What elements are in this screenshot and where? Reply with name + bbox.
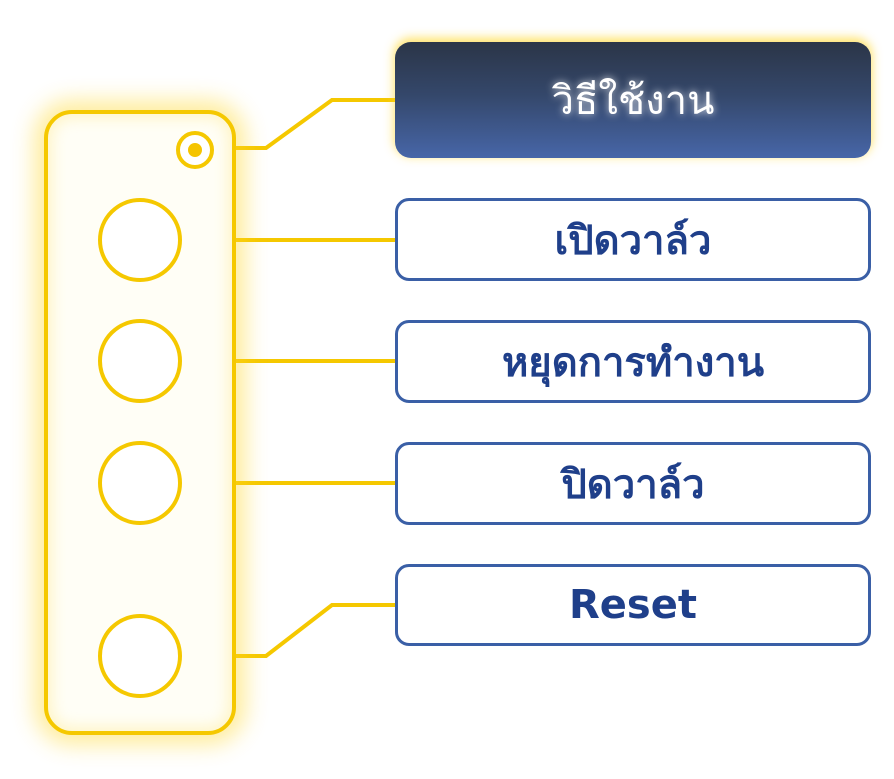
label-reset[interactable]: Reset	[395, 564, 871, 646]
led-indicator-icon	[176, 131, 214, 169]
label-open-valve-text: เปิดวาล์ว	[554, 217, 712, 264]
label-stop[interactable]: หยุดการทำงาน	[395, 320, 871, 403]
remote-button-close-valve[interactable]	[98, 441, 182, 525]
remote-button-open-valve[interactable]	[98, 198, 182, 282]
instructions-header: วิธีใช้งาน	[395, 42, 871, 158]
header-title: วิธีใช้งาน	[551, 78, 715, 124]
remote-button-reset[interactable]	[98, 614, 182, 698]
label-reset-text: Reset	[569, 582, 697, 628]
label-open-valve[interactable]: เปิดวาล์ว	[395, 198, 871, 281]
remote-button-stop[interactable]	[98, 319, 182, 403]
led-dot	[188, 143, 202, 157]
label-close-valve-text: ปิดวาล์ว	[561, 461, 705, 508]
label-close-valve[interactable]: ปิดวาล์ว	[395, 442, 871, 525]
connector-led	[214, 98, 395, 150]
label-stop-text: หยุดการทำงาน	[501, 339, 765, 386]
